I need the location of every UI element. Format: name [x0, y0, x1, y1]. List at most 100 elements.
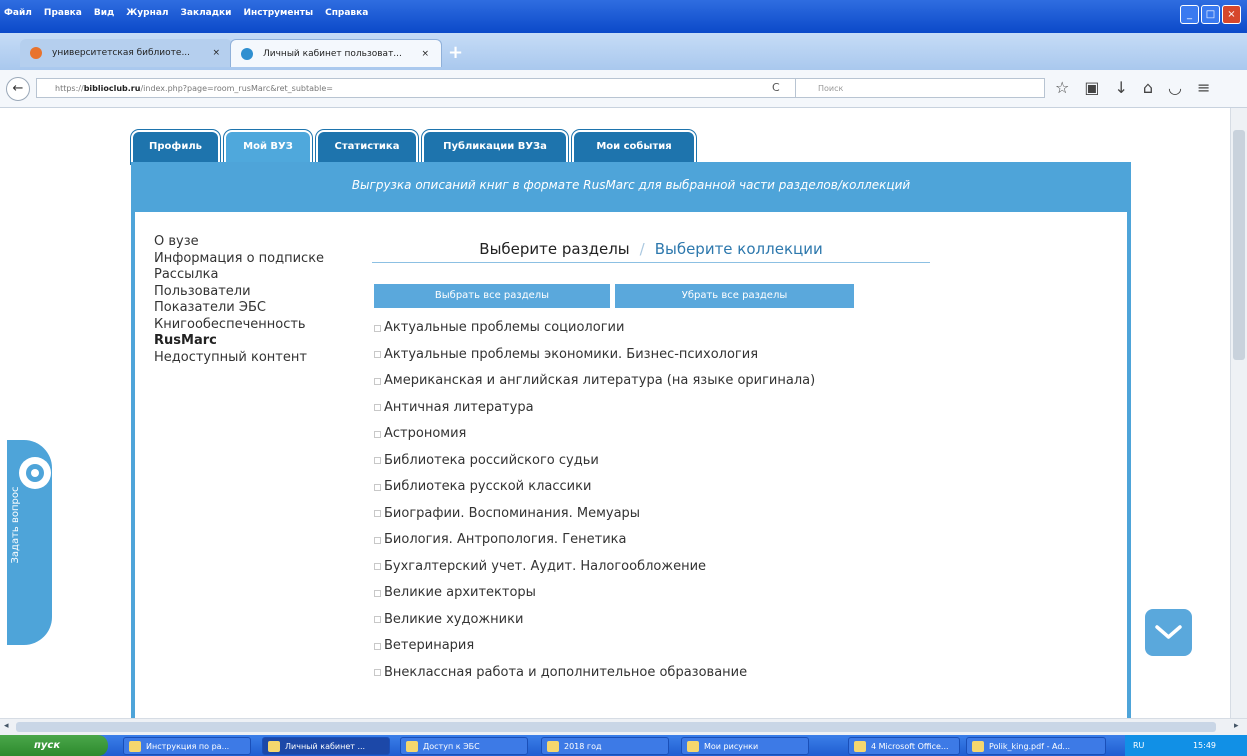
- tray-clock: 15:49: [1192, 741, 1217, 750]
- scroll-down-button[interactable]: [1145, 609, 1192, 656]
- nav-item-indicators[interactable]: Показатели ЭБС: [154, 300, 344, 317]
- section-checkbox[interactable]: [374, 669, 381, 677]
- browser-tab-active[interactable]: Личный кабинет пользоват... ×: [230, 39, 442, 67]
- taskbar-item[interactable]: Мои рисунки: [681, 737, 809, 755]
- deselect-all-sections-button[interactable]: Убрать все разделы: [615, 284, 854, 308]
- maximize-button[interactable]: □: [1201, 5, 1220, 24]
- taskbar-item-label: Доступ к ЭБС: [423, 742, 480, 751]
- browser-tab[interactable]: университетская библиоте... ×: [20, 39, 232, 67]
- section-checkbox[interactable]: [374, 642, 381, 650]
- start-button[interactable]: пуск: [0, 735, 108, 756]
- section-checkbox[interactable]: [374, 404, 381, 412]
- section-label: Бухгалтерский учет. Аудит. Налогообложен…: [384, 558, 707, 574]
- nav-item-users[interactable]: Пользователи: [154, 284, 344, 301]
- menu-edit[interactable]: Правка: [44, 8, 82, 18]
- section-list-item[interactable]: Внеклассная работа и дополнительное обра…: [374, 660, 815, 687]
- tab-university-publications[interactable]: Публикации ВУЗа: [422, 130, 568, 164]
- menu-help[interactable]: Справка: [325, 8, 368, 18]
- close-tab-icon[interactable]: ×: [421, 40, 429, 67]
- section-list-item[interactable]: Американская и английская литература (на…: [374, 368, 815, 395]
- chevron-down-icon: [1155, 625, 1182, 639]
- nav-item-rusmarc[interactable]: RusMarc: [154, 333, 344, 350]
- section-list-item[interactable]: Ветеринария: [374, 633, 815, 660]
- scrollbar-thumb[interactable]: [16, 722, 1216, 732]
- section-list-item[interactable]: Библиотека русской классики: [374, 474, 815, 501]
- browser-tab-title: университетская библиоте...: [52, 48, 191, 58]
- section-list-item[interactable]: Бухгалтерский учет. Аудит. Налогообложен…: [374, 554, 815, 581]
- tab-my-university[interactable]: Мой ВУЗ: [224, 130, 312, 164]
- tab-profile[interactable]: Профиль: [131, 130, 220, 164]
- menu-file[interactable]: Файл: [4, 8, 32, 18]
- separator: /: [639, 240, 645, 258]
- taskbar-item[interactable]: Доступ к ЭБС: [400, 737, 528, 755]
- select-sections-tab[interactable]: Выберите разделы: [479, 240, 629, 258]
- vertical-scrollbar[interactable]: [1230, 108, 1247, 718]
- taskbar-item-label: Polik_king.pdf - Ad...: [989, 742, 1071, 751]
- horizontal-scrollbar[interactable]: ◂ ▸: [0, 718, 1247, 736]
- nav-item-unavailable-content[interactable]: Недоступный контент: [154, 350, 344, 367]
- taskbar-item[interactable]: 4 Microsoft Office...: [848, 737, 960, 755]
- bookmark-star-icon[interactable]: ☆: [1055, 78, 1069, 97]
- section-checkbox[interactable]: [374, 483, 381, 491]
- section-list-item[interactable]: Великие художники: [374, 607, 815, 634]
- tab-my-events[interactable]: Мои события: [572, 130, 696, 164]
- menu-view[interactable]: Вид: [94, 8, 114, 18]
- section-checkbox[interactable]: [374, 616, 381, 624]
- search-input[interactable]: Поиск: [795, 78, 1045, 98]
- select-all-sections-button[interactable]: Выбрать все разделы: [374, 284, 610, 308]
- menu-bar: Файл Правка Вид Журнал Закладки Инструме…: [4, 8, 368, 18]
- minimize-button[interactable]: _: [1180, 5, 1199, 24]
- taskbar-item[interactable]: Личный кабинет ...: [262, 737, 390, 755]
- selection-switch: Выберите разделы / Выберите коллекции: [372, 240, 930, 263]
- section-label: Внеклассная работа и дополнительное обра…: [384, 664, 748, 680]
- menu-tools[interactable]: Инструменты: [243, 8, 313, 18]
- section-list-item[interactable]: Астрономия: [374, 421, 815, 448]
- section-list-item[interactable]: Актуальные проблемы социологии: [374, 315, 815, 342]
- tray-language[interactable]: RU: [1133, 741, 1144, 750]
- taskbar-item[interactable]: 2018 год: [541, 737, 669, 755]
- section-checkbox[interactable]: [374, 377, 381, 385]
- downloads-icon[interactable]: ↓: [1114, 78, 1127, 97]
- menu-hamburger-icon[interactable]: ≡: [1197, 78, 1210, 97]
- section-checkbox[interactable]: [374, 457, 381, 465]
- nav-item-subscription[interactable]: Информация о подписке: [154, 251, 344, 268]
- section-list-item[interactable]: Биология. Антропология. Генетика: [374, 527, 815, 554]
- pocket-icon[interactable]: ◡: [1168, 78, 1182, 97]
- nav-item-mailing[interactable]: Рассылка: [154, 267, 344, 284]
- back-button[interactable]: ←: [6, 77, 30, 101]
- section-list-item[interactable]: Биографии. Воспоминания. Мемуары: [374, 501, 815, 528]
- section-checkbox[interactable]: [374, 351, 381, 359]
- section-checkbox[interactable]: [374, 589, 381, 597]
- scroll-right-icon[interactable]: ▸: [1234, 721, 1239, 731]
- section-checkbox[interactable]: [374, 563, 381, 571]
- section-checkbox[interactable]: [374, 510, 381, 518]
- new-tab-button[interactable]: +: [448, 42, 463, 63]
- tab-statistics[interactable]: Статистика: [316, 130, 418, 164]
- section-list-item[interactable]: Великие архитекторы: [374, 580, 815, 607]
- home-icon[interactable]: ⌂: [1143, 78, 1153, 97]
- address-bar[interactable]: https://biblioclub.ru/index.php?page=roo…: [36, 78, 816, 98]
- taskbar-item-label: Мои рисунки: [704, 742, 759, 751]
- select-collections-tab[interactable]: Выберите коллекции: [655, 240, 823, 258]
- section-label: Актуальные проблемы социологии: [384, 320, 625, 335]
- menu-bookmarks[interactable]: Закладки: [181, 8, 232, 18]
- section-checkbox[interactable]: [374, 430, 381, 438]
- ask-question-label: Задать вопрос: [10, 486, 21, 564]
- bookmarks-library-icon[interactable]: ▣: [1084, 78, 1099, 97]
- app-icon: [406, 741, 418, 752]
- reload-icon[interactable]: C: [772, 78, 780, 98]
- taskbar-item[interactable]: Polik_king.pdf - Ad...: [966, 737, 1106, 755]
- menu-history[interactable]: Журнал: [126, 8, 168, 18]
- section-list-item[interactable]: Библиотека российского судьи: [374, 448, 815, 475]
- close-tab-icon[interactable]: ×: [212, 39, 220, 67]
- nav-item-book-supply[interactable]: Книгообеспеченность: [154, 317, 344, 334]
- scroll-left-icon[interactable]: ◂: [4, 721, 9, 731]
- scrollbar-thumb[interactable]: [1233, 130, 1245, 360]
- section-list-item[interactable]: Античная литература: [374, 395, 815, 422]
- section-checkbox[interactable]: [374, 324, 381, 332]
- nav-item-about[interactable]: О вузе: [154, 234, 344, 251]
- close-window-button[interactable]: ×: [1222, 5, 1241, 24]
- taskbar-item[interactable]: Инструкция по ра...: [123, 737, 251, 755]
- section-checkbox[interactable]: [374, 536, 381, 544]
- section-list-item[interactable]: Актуальные проблемы экономики. Бизнес-пс…: [374, 342, 815, 369]
